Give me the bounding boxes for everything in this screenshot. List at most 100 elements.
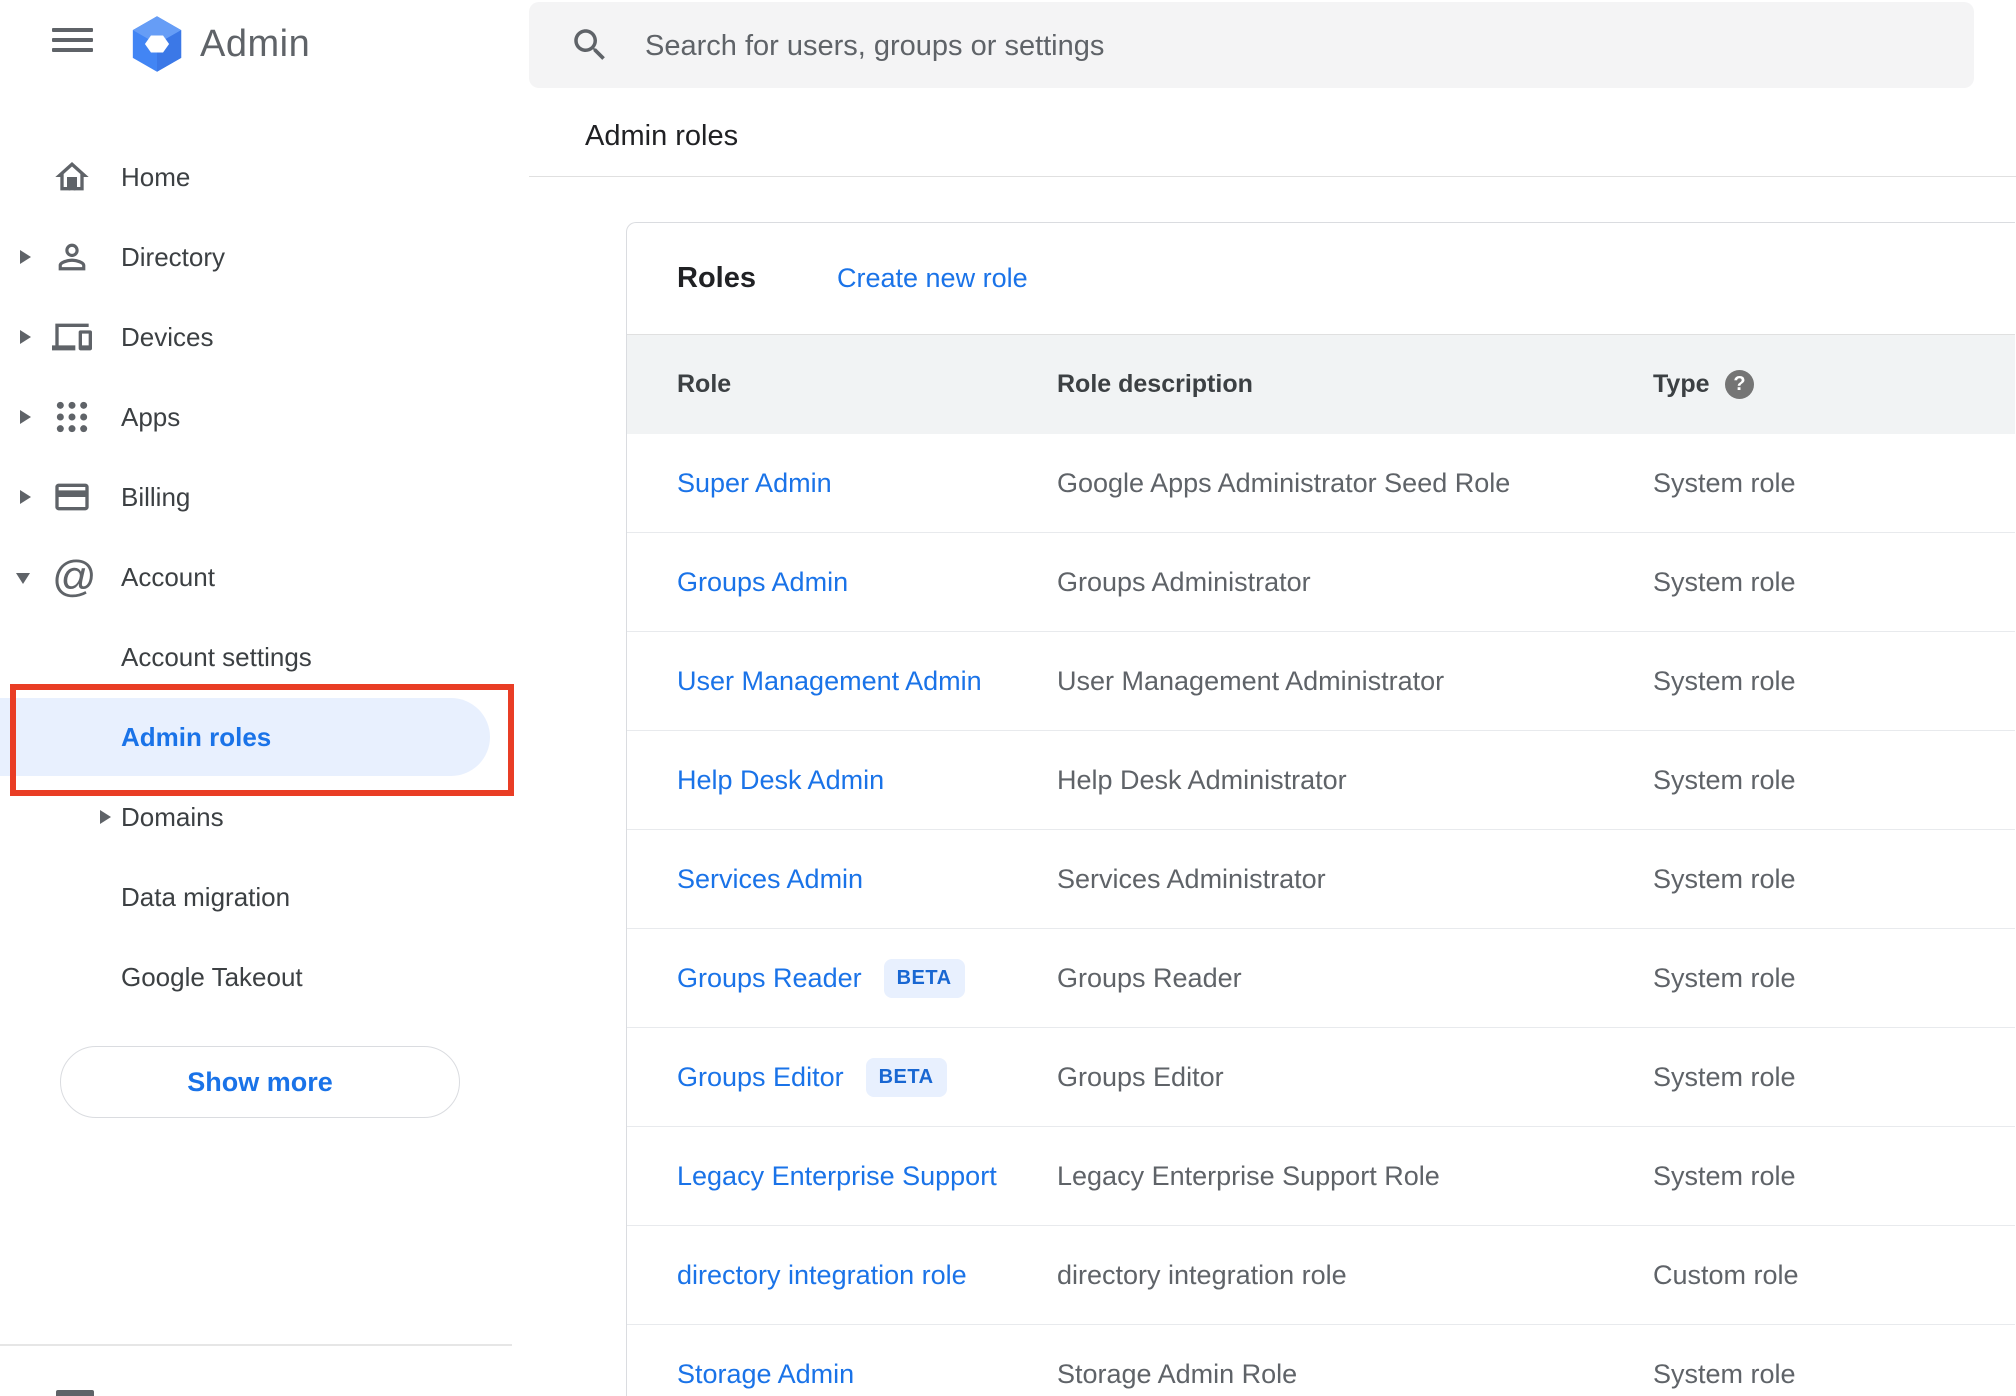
table-row: Services Admin Services Administrator Syst… (627, 830, 2015, 929)
role-cell: Groups Admin (677, 533, 848, 631)
role-cell: Legacy Enterprise Support (677, 1127, 997, 1225)
role-cell: directory integration role (677, 1226, 967, 1324)
role-link[interactable]: Storage Admin (677, 1359, 854, 1390)
sidebar-item-directory[interactable]: Directory (0, 217, 515, 297)
table-row: directory integration role directory inte… (627, 1226, 2015, 1325)
show-more-button[interactable]: Show more (60, 1046, 460, 1118)
role-type-cell: System role (1653, 1061, 1796, 1092)
role-link[interactable]: Legacy Enterprise Support (677, 1161, 997, 1192)
sidebar-divider (0, 1344, 512, 1346)
sidebar-item-label: Account (121, 562, 215, 592)
column-header-description: Role description (1057, 370, 1253, 398)
beta-badge: BETA (865, 1057, 947, 1097)
role-type-cell: System role (1653, 764, 1796, 795)
role-link[interactable]: Services Admin (677, 864, 863, 895)
apps-grid-icon (52, 397, 92, 437)
chevron-right-icon[interactable] (20, 250, 31, 264)
sidebar-item-billing[interactable]: Billing (0, 457, 515, 537)
admin-hexagon-icon (132, 16, 182, 72)
devices-icon (52, 317, 92, 357)
table-row: Super Admin Google Apps Administrator See… (627, 434, 2015, 533)
table-header: Role Role description Type ? (627, 334, 2015, 434)
card-title: Roles (677, 262, 756, 294)
role-type-cell: System role (1653, 863, 1796, 894)
role-description-cell: Help Desk Administrator (1057, 764, 1347, 795)
column-header-role: Role (677, 370, 732, 398)
table-row: Groups Admin Groups Administrator System r… (627, 533, 2015, 632)
role-cell: Help Desk Admin (677, 731, 884, 829)
sidebar-item-data-migration[interactable]: Data migration (0, 857, 515, 937)
chevron-down-icon[interactable] (16, 573, 30, 584)
search-icon (569, 24, 611, 66)
role-link[interactable]: Groups Reader (677, 963, 862, 994)
search-input[interactable] (643, 2, 1897, 90)
role-description-cell: directory integration role (1057, 1259, 1347, 1290)
sidebar-item-label: Billing (121, 482, 191, 512)
partial-bottom-icon (56, 1390, 94, 1396)
sidebar-item-account[interactable]: @ Account (0, 537, 515, 617)
sidebar-item-label: Devices (121, 322, 214, 352)
page-divider (529, 176, 2016, 177)
table-row: Legacy Enterprise Support Legacy Enterpri… (627, 1127, 2015, 1226)
role-cell: User Management Admin (677, 632, 982, 730)
role-description-cell: Legacy Enterprise Support Role (1057, 1160, 1440, 1191)
role-cell: Super Admin (677, 434, 832, 532)
table-row: Help Desk Admin Help Desk Administrator Sy… (627, 731, 2015, 830)
role-description-cell: Groups Administrator (1057, 566, 1311, 597)
home-icon (52, 157, 92, 197)
card-header: Roles Create new role (627, 223, 2015, 334)
role-description-cell: Storage Admin Role (1057, 1358, 1298, 1389)
role-type-cell: System role (1653, 962, 1796, 993)
chevron-right-icon[interactable] (100, 810, 111, 824)
chevron-right-icon[interactable] (20, 330, 31, 344)
roles-card: Roles Create new role Role Role descript… (626, 222, 2015, 1396)
annotation-highlight-box (10, 684, 514, 796)
search-bar[interactable] (529, 2, 1974, 90)
person-icon (52, 237, 92, 277)
table-row: User Management Admin User Management Adm… (627, 632, 2015, 731)
role-link[interactable]: Super Admin (677, 468, 832, 499)
role-link[interactable]: Groups Editor (677, 1062, 844, 1093)
column-header-type: Type (1653, 370, 1710, 398)
role-description-cell: Groups Editor (1057, 1061, 1224, 1092)
credit-card-icon (52, 477, 92, 517)
google-admin-console: Admin Home Directory Devices Apps Billing @ Ac… (0, 0, 2016, 1396)
role-type-cell: System role (1653, 665, 1796, 696)
page-title: Admin roles (585, 120, 739, 152)
menu-icon[interactable] (52, 28, 93, 52)
role-description-cell: Services Administrator (1057, 863, 1326, 894)
sidebar-nav: Home Directory Devices Apps Billing @ Account A… (0, 137, 515, 1017)
sidebar-item-apps[interactable]: Apps (0, 377, 515, 457)
role-cell: Storage Admin (677, 1325, 854, 1396)
role-link[interactable]: Help Desk Admin (677, 765, 884, 796)
roles-table-body: Super Admin Google Apps Administrator See… (627, 434, 2015, 1396)
sidebar-item-label: Home (121, 162, 191, 192)
sidebar-item-label: Google Takeout (121, 962, 303, 992)
logo-wordmark: Admin (200, 22, 311, 65)
role-description-cell: Google Apps Administrator Seed Role (1057, 467, 1511, 498)
role-cell: Groups Reader BETA (677, 929, 965, 1027)
create-new-role-link[interactable]: Create new role (837, 223, 1028, 334)
at-sign-icon: @ (52, 552, 97, 601)
role-link[interactable]: User Management Admin (677, 666, 982, 697)
sidebar-item-google-takeout[interactable]: Google Takeout (0, 937, 515, 1017)
role-type-cell: Custom role (1653, 1259, 1799, 1290)
sidebar-item-home[interactable]: Home (0, 137, 515, 217)
role-type-cell: System role (1653, 1160, 1796, 1191)
help-icon[interactable]: ? (1725, 370, 1754, 399)
beta-badge: BETA (883, 958, 965, 998)
role-link[interactable]: directory integration role (677, 1260, 967, 1291)
chevron-right-icon[interactable] (20, 410, 31, 424)
sidebar-item-label: Apps (121, 402, 181, 432)
admin-logo: Admin (128, 15, 310, 73)
role-description-cell: User Management Administrator (1057, 665, 1445, 696)
role-type-cell: System role (1653, 566, 1796, 597)
chevron-right-icon[interactable] (20, 490, 31, 504)
sidebar: Admin Home Directory Devices Apps Billing @ Ac… (0, 0, 515, 1396)
table-row: Storage Admin Storage Admin Role System ro… (627, 1325, 2015, 1396)
role-type-cell: System role (1653, 467, 1796, 498)
role-link[interactable]: Groups Admin (677, 567, 848, 598)
role-cell: Groups Editor BETA (677, 1028, 947, 1126)
sidebar-item-devices[interactable]: Devices (0, 297, 515, 377)
table-row: Groups Reader BETA Groups Reader System rol… (627, 929, 2015, 1028)
